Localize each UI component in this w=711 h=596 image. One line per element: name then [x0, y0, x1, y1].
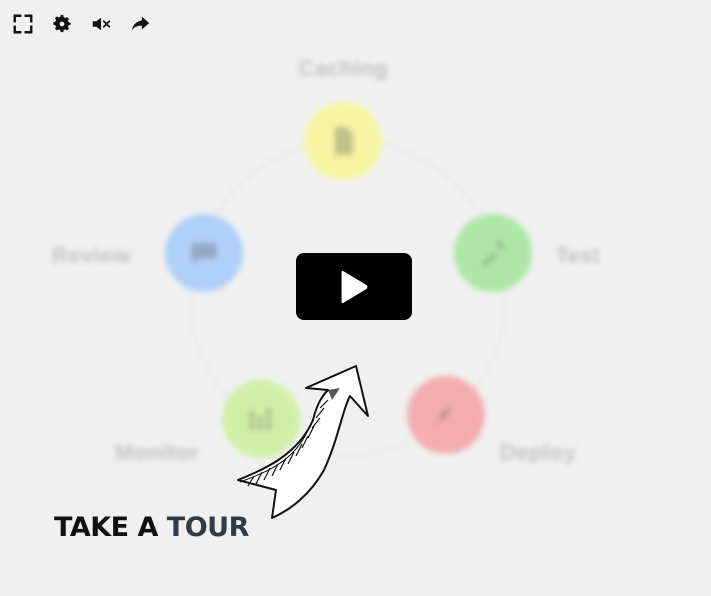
mute-button[interactable] — [90, 12, 112, 36]
node-review — [165, 214, 243, 292]
node-label-review: Review — [52, 243, 131, 268]
video-player[interactable]: Caching Test Deploy Monitor Review TAKE … — [0, 0, 711, 596]
tour-label-part2: TOUR — [166, 512, 250, 543]
arrow-icon — [237, 365, 369, 519]
settings-button[interactable] — [51, 12, 73, 36]
play-button[interactable] — [296, 253, 412, 320]
node-caching — [304, 102, 382, 180]
rocket-icon — [436, 403, 455, 425]
share-icon — [131, 16, 150, 31]
node-label-monitor: Monitor — [115, 440, 200, 465]
take-a-tour-label[interactable]: TAKE A TOUR — [54, 512, 249, 543]
node-test — [454, 214, 532, 292]
tour-label-part1: TAKE A — [54, 512, 158, 543]
mute-icon — [92, 17, 111, 31]
fullscreen-icon — [13, 14, 33, 34]
chat-icon — [191, 243, 217, 265]
node-label-test: Test — [555, 243, 601, 268]
share-button[interactable] — [129, 12, 151, 36]
fullscreen-button[interactable] — [12, 12, 34, 36]
play-icon — [341, 270, 368, 303]
player-toolbar — [12, 12, 151, 36]
gear-icon — [53, 14, 71, 33]
wrench-icon — [481, 241, 505, 268]
node-label-deploy: Deploy — [500, 440, 577, 465]
node-label-caching: Caching — [298, 56, 389, 81]
document-icon — [334, 126, 353, 156]
node-deploy — [407, 376, 485, 454]
